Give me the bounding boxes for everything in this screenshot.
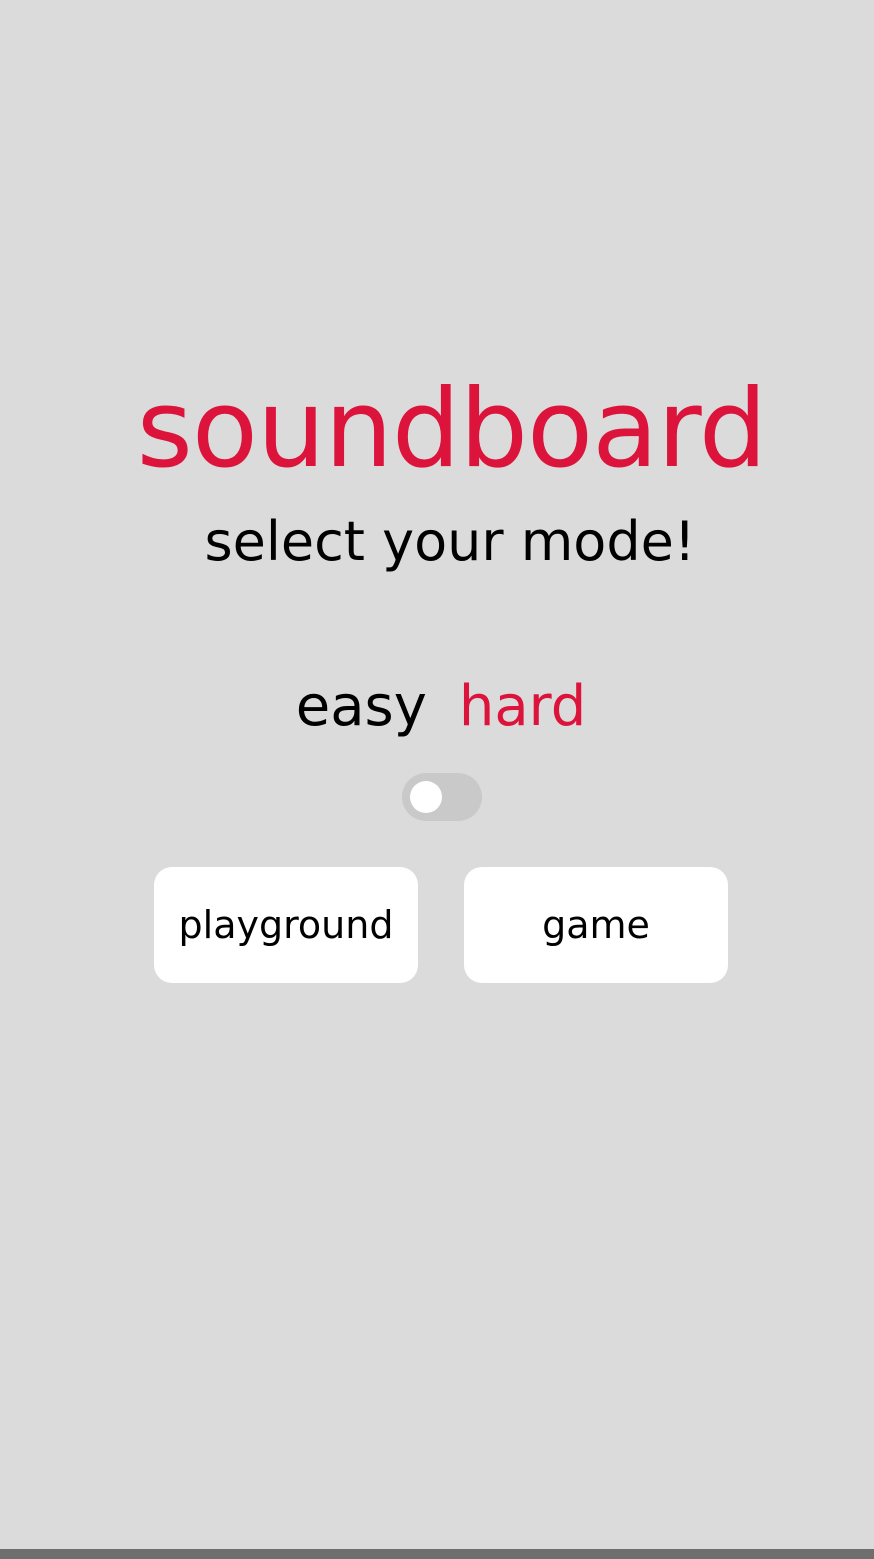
mode-hard-label: hard [458,674,587,739]
mode-easy-label: easy [295,674,427,739]
window-bottom-edge [0,1549,874,1559]
difficulty-toggle[interactable] [402,773,482,821]
mode-labels: easy hard [0,674,874,740]
playground-button[interactable]: playground [154,867,418,983]
game-button[interactable]: game [464,867,728,983]
toggle-knob-icon [410,781,442,813]
page-subtitle: select your mode! [204,510,696,573]
app-title: soundboard [136,367,768,492]
